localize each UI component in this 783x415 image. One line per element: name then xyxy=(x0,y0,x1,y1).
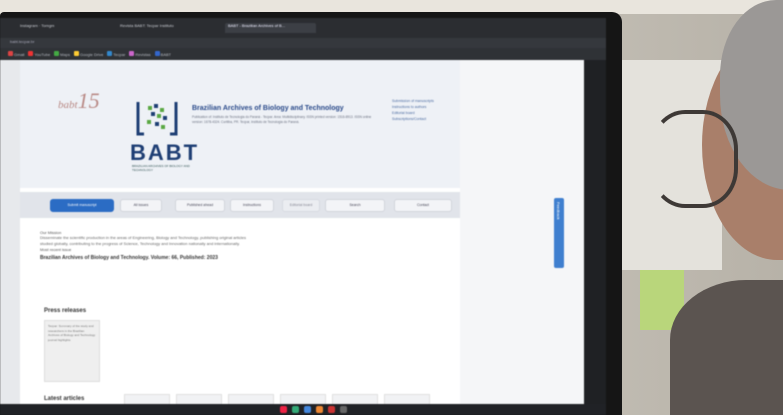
submit-manuscript-button[interactable]: Submit manuscript xyxy=(50,199,114,212)
quick-links: Submission of manuscripts Instructions t… xyxy=(392,98,458,122)
press-releases-heading: Press releases xyxy=(44,308,87,314)
browser-tab-bar: Instagram · Tomgm Revista BABT: Tecpar I… xyxy=(0,18,606,38)
browser-side-panel xyxy=(584,60,606,415)
nav-all-issues[interactable]: All issues xyxy=(120,199,162,212)
eyeglasses xyxy=(650,110,738,208)
quick-link[interactable]: Subscriptions/Contact xyxy=(392,116,458,122)
nav-search[interactable]: Search xyxy=(325,199,385,212)
app-icon[interactable] xyxy=(304,406,311,413)
journal-webpage: babt15 BABT BRAZILIAN ARCHIVES OF BIOLOG… xyxy=(20,60,460,415)
most-recent-label: Most recent issue xyxy=(40,247,72,252)
person-shoulder xyxy=(670,280,783,415)
babt-logo-subtitle: BRAZILIAN ARCHIVES OF BIOLOGY AND TECHNO… xyxy=(132,164,190,172)
nav-published-ahead[interactable]: Published ahead xyxy=(175,199,225,212)
bookmark-item[interactable]: Google Drive xyxy=(73,51,103,57)
address-bar[interactable]: babt.tecpar.br xyxy=(0,38,606,48)
journal-meta: Publication of: Instituto de Tecnologia … xyxy=(192,115,372,124)
anniversary-badge: babt15 xyxy=(58,88,100,113)
address-text: babt.tecpar.br xyxy=(10,39,35,44)
latest-articles-heading: Latest articles xyxy=(44,396,85,402)
bookmark-item[interactable]: Revistas xyxy=(129,51,151,57)
site-nav-bar: Submit manuscript All issues Published a… xyxy=(20,192,460,218)
browser-tab[interactable]: Instagram · Tomgm xyxy=(20,23,90,33)
babt-logo-text: BABT xyxy=(130,140,200,165)
nav-instructions[interactable]: Instructions xyxy=(230,199,274,212)
babt-logo-icon xyxy=(136,102,178,136)
nav-editorial-board[interactable]: Editorial board xyxy=(282,199,320,212)
feedback-tab[interactable]: Feedback xyxy=(554,198,564,268)
bookmark-item[interactable]: BABT xyxy=(154,51,171,57)
app-icon[interactable] xyxy=(292,406,299,413)
bookmark-item[interactable]: Maps xyxy=(54,51,70,57)
os-taskbar xyxy=(0,404,606,415)
bookmark-item[interactable]: Gmail xyxy=(8,51,24,57)
bookmark-item[interactable]: Tecpar xyxy=(107,51,125,57)
computer-monitor: Instagram · Tomgm Revista BABT: Tecpar I… xyxy=(0,12,622,415)
app-icon[interactable] xyxy=(328,406,335,413)
app-icon[interactable] xyxy=(280,406,287,413)
site-header: babt15 BABT BRAZILIAN ARCHIVES OF BIOLOG… xyxy=(20,60,460,188)
most-recent-issue-link[interactable]: Brazilian Archives of Biology and Techno… xyxy=(40,255,435,261)
feedback-label: Feedback xyxy=(556,202,561,220)
journal-title: Brazilian Archives of Biology and Techno… xyxy=(192,105,344,112)
nav-contact[interactable]: Contact xyxy=(394,199,452,212)
browser-tab[interactable]: Revista BABT: Tecpar Instituto xyxy=(120,23,215,33)
monitor-screen: Instagram · Tomgm Revista BABT: Tecpar I… xyxy=(0,18,606,415)
app-icon[interactable] xyxy=(340,406,347,413)
bookmark-item[interactable]: YouTube xyxy=(28,51,50,57)
photo-scene: Instagram · Tomgm Revista BABT: Tecpar I… xyxy=(0,0,783,415)
bookmarks-bar: Gmail YouTube Maps Google Drive Tecpar R… xyxy=(0,48,606,60)
person-foreground xyxy=(650,0,783,415)
press-release-card[interactable]: Tecpar: Summary of the study and researc… xyxy=(44,320,100,382)
mission-text: Disseminate the scientific production in… xyxy=(40,235,246,246)
browser-tab-active[interactable]: BABT - Brazilian Archives of B... xyxy=(225,23,316,33)
app-icon[interactable] xyxy=(316,406,323,413)
